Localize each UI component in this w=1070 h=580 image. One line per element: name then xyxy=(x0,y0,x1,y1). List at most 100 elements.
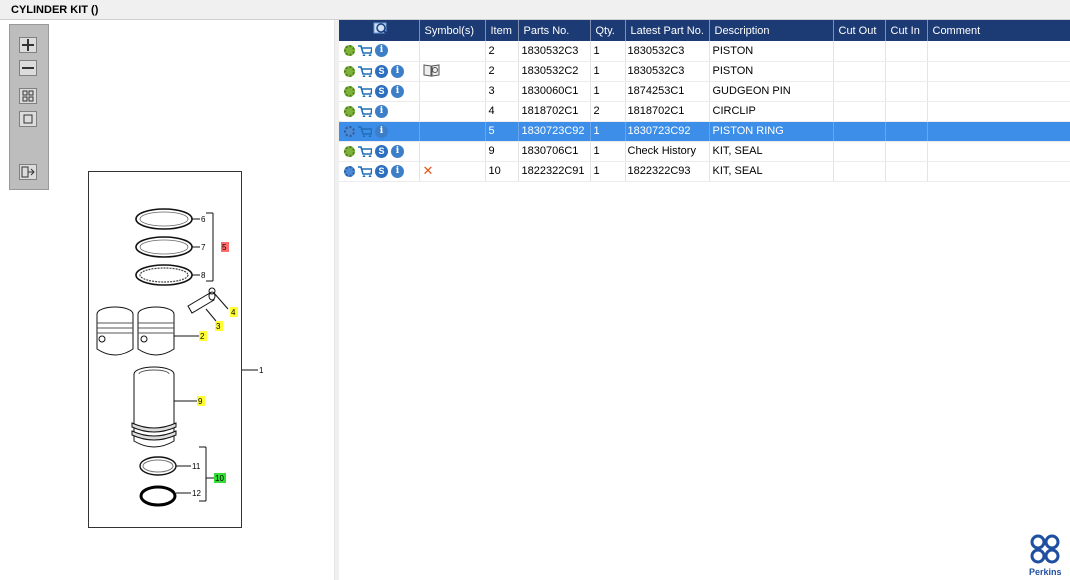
add-to-cart-icon[interactable] xyxy=(358,145,372,157)
info-icon[interactable]: i xyxy=(391,144,404,158)
table-row[interactable]: Si ✕ 10 1822322C91 1 1822322C93 KIT, SEAL xyxy=(339,161,1070,182)
symbol-cell[interactable] xyxy=(419,81,486,102)
table-row[interactable]: Si 3 1830060C1 1 1874253C1 GUDGEON PIN xyxy=(339,81,1070,102)
col-description-header[interactable]: Description xyxy=(709,20,834,41)
add-to-cart-icon[interactable] xyxy=(358,85,372,97)
cut-in-cell xyxy=(885,61,928,82)
symbol-cell[interactable] xyxy=(419,101,486,122)
callout-5[interactable]: 5 xyxy=(222,243,227,252)
options-gear-icon[interactable] xyxy=(344,165,355,177)
callout-10[interactable]: 10 xyxy=(215,474,224,483)
symbol-cell[interactable]: ✕ xyxy=(419,161,486,182)
callout-7[interactable]: 7 xyxy=(201,243,206,252)
parts-table: Symbol(s) Item Parts No. Qty. Latest Par… xyxy=(339,20,1070,182)
qty-cell: 1 xyxy=(590,121,626,142)
cut-in-cell xyxy=(885,161,928,182)
col-latest-header[interactable]: Latest Part No. xyxy=(625,20,710,41)
callout-12[interactable]: 12 xyxy=(192,489,201,498)
latest-part-cell[interactable]: Check History xyxy=(625,141,710,162)
add-to-cart-icon[interactable] xyxy=(358,105,372,117)
info-icon[interactable]: i xyxy=(391,64,404,78)
seal-ring-11-drawing xyxy=(139,456,177,476)
col-cutout-header[interactable]: Cut Out xyxy=(833,20,886,41)
col-actions-header[interactable] xyxy=(339,20,420,41)
callout-11[interactable]: 11 xyxy=(192,462,201,471)
table-row[interactable]: i 5 1830723C92 1 1830723C92 PISTON RING xyxy=(339,121,1070,142)
export-button[interactable] xyxy=(19,164,37,180)
comment-cell xyxy=(927,101,1070,122)
options-gear-icon[interactable] xyxy=(344,145,355,157)
fit-all-button[interactable] xyxy=(19,88,37,104)
cut-out-cell xyxy=(833,141,886,162)
supersession-icon[interactable]: S xyxy=(375,164,388,178)
callout-6[interactable]: 6 xyxy=(201,215,206,224)
row-actions-cell: Si xyxy=(339,61,420,82)
parts-table-body: i 2 1830532C3 1 1830532C3 PISTON Si 2 1830532C2 1… xyxy=(339,41,1070,182)
ring-6-drawing xyxy=(135,208,193,230)
reference-book-icon[interactable] xyxy=(423,63,441,77)
callout-8[interactable]: 8 xyxy=(201,271,206,280)
fit-window-button[interactable] xyxy=(19,111,37,127)
table-row[interactable]: i 2 1830532C3 1 1830532C3 PISTON xyxy=(339,41,1070,62)
comment-cell xyxy=(927,81,1070,102)
options-gear-icon[interactable] xyxy=(344,85,355,97)
part-no-cell: 1830060C1 xyxy=(518,81,591,102)
latest-part-cell: 1818702C1 xyxy=(625,101,710,122)
viewer-toolbar xyxy=(9,24,49,190)
zoom-in-button[interactable] xyxy=(19,37,37,53)
latest-part-cell: 1822322C93 xyxy=(625,161,710,182)
info-icon[interactable]: i xyxy=(391,84,404,98)
options-gear-icon[interactable] xyxy=(344,105,355,117)
description-cell: PISTON RING xyxy=(709,121,834,142)
perkins-logo-text: Perkins xyxy=(1029,567,1062,577)
callout-4[interactable]: 4 xyxy=(231,308,236,317)
comment-cell xyxy=(927,141,1070,162)
supersession-icon[interactable]: S xyxy=(375,64,388,78)
options-gear-icon[interactable] xyxy=(344,45,355,57)
cut-in-cell xyxy=(885,121,928,142)
col-cutin-header[interactable]: Cut In xyxy=(885,20,928,41)
table-row[interactable]: Si 9 1830706C1 1 Check History KIT, SEAL xyxy=(339,141,1070,162)
col-partno-header[interactable]: Parts No. xyxy=(518,20,591,41)
symbol-cell[interactable] xyxy=(419,61,486,82)
seal-ring-12-drawing xyxy=(139,485,177,507)
add-to-cart-icon[interactable] xyxy=(358,45,372,57)
symbol-cell[interactable] xyxy=(419,41,486,62)
search-icon[interactable] xyxy=(373,22,389,36)
comment-cell xyxy=(927,41,1070,62)
col-comment-header[interactable]: Comment xyxy=(927,20,1070,41)
supersession-icon[interactable]: S xyxy=(375,84,388,98)
info-icon[interactable]: i xyxy=(375,44,388,58)
col-symbols-header[interactable]: Symbol(s) xyxy=(419,20,486,41)
part-no-cell: 1830723C92 xyxy=(518,121,591,142)
table-row[interactable]: i 4 1818702C1 2 1818702C1 CIRCLIP xyxy=(339,101,1070,122)
row-actions-cell: Si xyxy=(339,141,420,162)
latest-part-cell: 1830532C3 xyxy=(625,41,710,62)
callout-1[interactable]: 1 xyxy=(259,366,264,375)
supersession-icon[interactable]: S xyxy=(375,144,388,158)
item-cell: 3 xyxy=(485,81,519,102)
col-qty-header[interactable]: Qty. xyxy=(590,20,626,41)
info-icon[interactable]: i xyxy=(391,164,404,178)
add-to-cart-icon[interactable] xyxy=(358,165,372,177)
callout-9[interactable]: 9 xyxy=(198,397,203,406)
exploded-parts-diagram[interactable]: 6 7 5 8 4 3 2 1 9 11 10 12 xyxy=(88,171,268,531)
options-gear-icon[interactable] xyxy=(344,65,355,77)
zoom-out-button[interactable] xyxy=(19,60,37,76)
info-icon[interactable]: i xyxy=(375,104,388,118)
add-to-cart-icon[interactable] xyxy=(358,65,372,77)
symbol-cell[interactable] xyxy=(419,141,486,162)
table-row[interactable]: Si 2 1830532C2 1 1830532C3 PISTON xyxy=(339,61,1070,82)
callout-2[interactable]: 2 xyxy=(200,332,205,341)
info-icon[interactable]: i xyxy=(375,124,388,138)
options-gear-icon[interactable] xyxy=(344,125,355,137)
zoom-out-icon xyxy=(22,67,34,69)
add-to-cart-icon[interactable] xyxy=(358,125,372,137)
cut-in-cell xyxy=(885,141,928,162)
part-no-cell: 1830532C2 xyxy=(518,61,591,82)
callout-3[interactable]: 3 xyxy=(216,322,221,331)
col-item-header[interactable]: Item xyxy=(485,20,519,41)
removed-x-icon[interactable]: ✕ xyxy=(423,163,434,178)
symbol-cell[interactable] xyxy=(419,121,486,142)
parts-grid[interactable]: Symbol(s) Item Parts No. Qty. Latest Par… xyxy=(339,20,1070,580)
